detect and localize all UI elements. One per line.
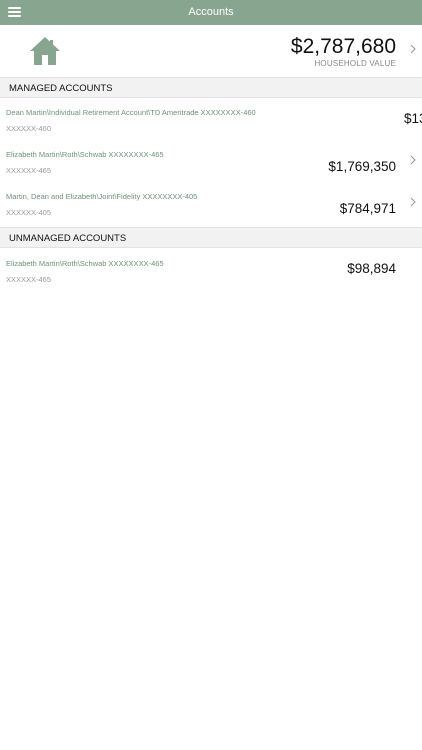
section-title: MANAGED ACCOUNTS xyxy=(9,83,113,94)
account-name: Elizabeth Martin\Roth\Schwab XXXXXXXX-46… xyxy=(6,150,164,159)
account-row[interactable]: Elizabeth Martin\Roth\Schwab XXXXXXXX-46… xyxy=(0,249,422,291)
account-number: XXXXXX-465 xyxy=(6,166,52,175)
account-value: $98,894 xyxy=(347,261,396,276)
account-row[interactable]: Dean Martin\Individual Retirement Accoun… xyxy=(0,98,422,140)
account-number: XXXXXX-465 xyxy=(6,275,52,284)
nav-bar: Accounts xyxy=(0,0,422,25)
home-icon xyxy=(30,37,60,65)
managed-accounts-header: MANAGED ACCOUNTS xyxy=(0,77,422,98)
account-number: XXXXXX-405 xyxy=(6,208,52,217)
unmanaged-accounts-header: UNMANAGED ACCOUNTS xyxy=(0,227,422,248)
page-title: Accounts xyxy=(188,6,234,18)
chevron-right-icon xyxy=(410,155,416,165)
account-value: $13 xyxy=(404,111,422,126)
account-value: $1,769,350 xyxy=(328,159,396,174)
chevron-right-icon xyxy=(410,44,416,54)
account-row[interactable]: Elizabeth Martin\Roth\Schwab XXXXXXXX-46… xyxy=(0,140,422,182)
household-summary[interactable]: $2,787,680 HOUSEHOLD VALUE xyxy=(0,25,422,77)
household-value-label: HOUSEHOLD VALUE xyxy=(314,59,396,68)
account-name: Elizabeth Martin\Roth\Schwab XXXXXXXX-46… xyxy=(6,259,164,268)
household-value: $2,787,680 xyxy=(290,35,396,58)
account-number: XXXXXX-460 xyxy=(6,124,52,133)
chevron-right-icon xyxy=(410,197,416,207)
section-title: UNMANAGED ACCOUNTS xyxy=(9,233,127,244)
account-row[interactable]: Martin, Dean and Elizabeth\Joint\Fidelit… xyxy=(0,182,422,224)
account-value: $784,971 xyxy=(339,201,396,216)
account-name: Dean Martin\Individual Retirement Accoun… xyxy=(6,108,256,117)
account-name: Martin, Dean and Elizabeth\Joint\Fidelit… xyxy=(6,192,198,201)
